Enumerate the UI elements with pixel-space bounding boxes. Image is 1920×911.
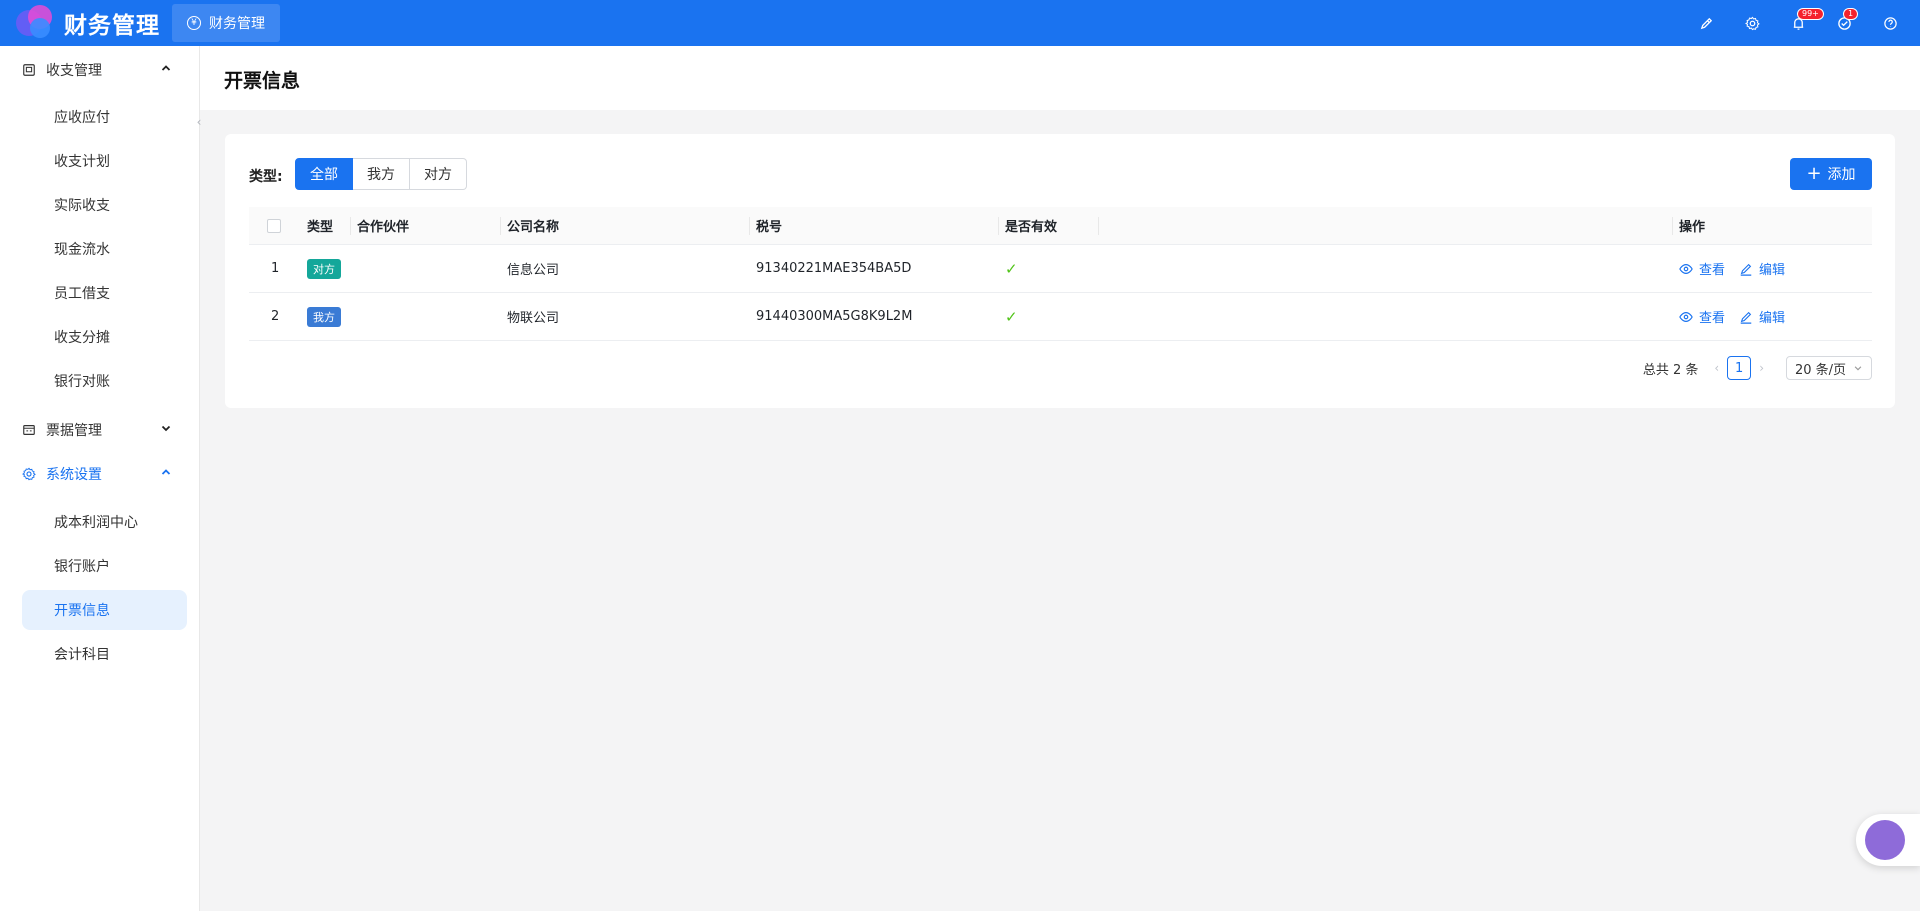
col-actions: 操作 — [1679, 220, 1706, 235]
plus-icon: + — [1806, 163, 1822, 184]
chevron-down-icon — [1854, 366, 1862, 371]
pagination: 总共 2 条 ‹ 1 › 20 条/页 — [1643, 356, 1872, 380]
table-header-row: 类型 合作伙伴 公司名称 税号 是否有效 操作 — [249, 207, 1872, 245]
col-tax-id: 税号 — [756, 220, 783, 235]
view-label: 查看 — [1699, 311, 1726, 326]
eye-icon — [1679, 311, 1693, 322]
settings-gear-icon — [22, 466, 38, 482]
type-cell: 对方 — [307, 245, 341, 292]
menu-group-income-expense[interactable]: 收支管理 — [22, 58, 172, 82]
row-index: 2 — [271, 309, 280, 324]
menu-group-label: 票据管理 — [46, 423, 102, 439]
chevron-down-icon — [161, 425, 171, 432]
sidebar-item-plan[interactable]: 收支计划 — [22, 141, 187, 181]
app-title: 财务管理 — [64, 13, 160, 39]
page-header: 开票信息 — [200, 46, 1920, 110]
col-valid: 是否有效 — [1005, 220, 1058, 235]
sidebar-item-actual[interactable]: 实际收支 — [22, 185, 187, 225]
bell-icon[interactable]: 99+ — [1789, 8, 1824, 32]
view-label: 查看 — [1699, 263, 1726, 278]
valid-check-icon: ✓ — [1005, 307, 1018, 326]
task-check-icon[interactable]: 1 — [1835, 8, 1859, 32]
eye-icon — [1679, 263, 1693, 274]
actions-cell: 查看 编辑 — [1679, 245, 1799, 292]
sidebar-item-bank-reconcile[interactable]: 银行对账 — [22, 361, 187, 401]
ticket-icon — [22, 422, 38, 438]
add-button-label: 添加 — [1827, 167, 1856, 183]
type-filter-label: 类型: — [249, 169, 283, 185]
sidebar-item-cashflow[interactable]: 现金流水 — [22, 229, 187, 269]
valid-check-icon: ✓ — [1005, 259, 1018, 278]
sidebar-item-accounting-subject[interactable]: 会计科目 — [22, 634, 187, 674]
edit-label: 编辑 — [1759, 311, 1786, 326]
company-cell: 物联公司 — [507, 311, 560, 326]
tab-label: 财务管理 — [209, 16, 265, 32]
actions-cell: 查看 编辑 — [1679, 293, 1799, 340]
page-number-button[interactable]: 1 — [1727, 356, 1752, 380]
menu-group-bills[interactable]: 票据管理 — [22, 418, 172, 442]
filter-ours-button[interactable]: 我方 — [353, 158, 410, 190]
row-index: 1 — [271, 261, 280, 276]
sidebar: ‹ 收支管理 应收应付 收支计划 实际收支 现金流水 员工借支 收支分摊 银行对… — [0, 46, 201, 911]
assistant-avatar-icon — [1865, 820, 1905, 860]
brush-icon[interactable] — [1697, 14, 1715, 32]
edit-link[interactable]: 编辑 — [1739, 259, 1785, 278]
tab-finance[interactable]: ¥ 财务管理 — [172, 4, 280, 42]
table-row: 1 对方 信息公司 91340221MAE354BA5D ✓ 查看 编辑 — [249, 245, 1872, 293]
sidebar-item-cost-center[interactable]: 成本利润中心 — [22, 502, 187, 542]
pagination-total: 总共 2 条 — [1642, 362, 1699, 378]
sidebar-item-bank-account[interactable]: 银行账户 — [22, 546, 187, 586]
sidebar-item-receivable-payable[interactable]: 应收应付 — [22, 97, 187, 137]
page-title: 开票信息 — [224, 70, 301, 92]
view-link[interactable]: 查看 — [1679, 259, 1725, 278]
tax-id-cell: 91440300MA5G8K9L2M — [756, 309, 913, 324]
col-company: 公司名称 — [507, 220, 560, 235]
app-logo — [14, 2, 56, 44]
page-size-select[interactable]: 20 条/页 — [1786, 356, 1872, 380]
add-button[interactable]: + 添加 — [1790, 158, 1872, 190]
col-type: 类型 — [307, 220, 334, 235]
sidebar-collapse-icon[interactable]: ‹ — [193, 112, 205, 132]
sidebar-item-employee-loan[interactable]: 员工借支 — [22, 273, 187, 313]
invoice-table: 类型 合作伙伴 公司名称 税号 是否有效 操作 1 对方 信息公司 913402… — [249, 207, 1872, 341]
menu-group-label: 收支管理 — [46, 63, 102, 79]
sidebar-item-invoice-info[interactable]: 开票信息 — [22, 590, 187, 630]
help-icon[interactable] — [1881, 14, 1899, 32]
filter-all-button[interactable]: 全部 — [295, 158, 353, 190]
tax-id-cell: 91340221MAE354BA5D — [756, 261, 912, 276]
content-card: 类型: 全部 我方 对方 + 添加 类型 合作伙伴 公司名称 税号 是否有效 操… — [225, 134, 1895, 408]
notification-badge: 99+ — [1797, 8, 1824, 20]
edit-icon — [1740, 311, 1752, 324]
page-size-value: 20 条/页 — [1795, 362, 1847, 378]
col-partner: 合作伙伴 — [357, 220, 410, 235]
company-cell: 信息公司 — [507, 263, 560, 278]
top-bar: 财务管理 ¥ 财务管理 99+ 1 — [0, 0, 1920, 46]
edit-link[interactable]: 编辑 — [1739, 307, 1785, 326]
sidebar-item-allocation[interactable]: 收支分摊 — [22, 317, 187, 357]
prev-page-icon[interactable]: ‹ — [1714, 361, 1719, 375]
select-all-checkbox[interactable] — [267, 207, 281, 244]
gear-icon[interactable] — [1743, 14, 1761, 32]
chevron-up-icon — [161, 65, 171, 71]
type-cell: 我方 — [307, 293, 341, 340]
assistant-floating-button[interactable] — [1856, 814, 1920, 866]
type-tag: 对方 — [307, 258, 341, 279]
menu-group-label: 系统设置 — [46, 467, 102, 483]
filter-counterparty-button[interactable]: 对方 — [410, 158, 467, 190]
type-tag: 我方 — [307, 306, 341, 327]
view-link[interactable]: 查看 — [1679, 307, 1725, 326]
next-page-icon[interactable]: › — [1759, 361, 1764, 375]
edit-icon — [1740, 263, 1752, 276]
ledger-icon — [22, 62, 38, 78]
yen-icon: ¥ — [187, 16, 201, 30]
table-row: 2 我方 物联公司 91440300MA5G8K9L2M ✓ 查看 编辑 — [249, 293, 1872, 341]
chevron-up-icon — [161, 469, 171, 475]
edit-label: 编辑 — [1759, 263, 1786, 278]
task-badge: 1 — [1843, 8, 1859, 20]
menu-group-system-settings[interactable]: 系统设置 — [22, 462, 172, 486]
type-filter-segmented: 全部 我方 对方 — [295, 158, 467, 190]
